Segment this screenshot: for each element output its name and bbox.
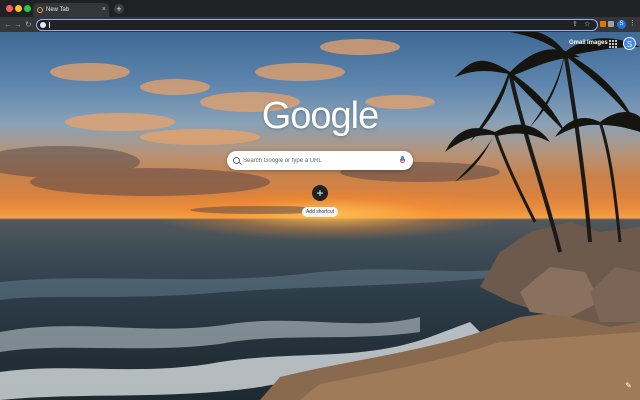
profile-button[interactable]: S bbox=[617, 20, 626, 29]
close-window-button[interactable] bbox=[6, 5, 13, 12]
images-link[interactable]: Images bbox=[587, 40, 608, 46]
minimize-window-button[interactable] bbox=[15, 5, 22, 12]
address-bar[interactable]: ⇪ ☆ bbox=[36, 19, 598, 31]
search-icon bbox=[233, 157, 240, 164]
browser-menu-button[interactable]: ⋮ bbox=[629, 19, 636, 29]
new-tab-button[interactable]: + bbox=[114, 4, 124, 14]
tab-favicon-icon bbox=[37, 7, 43, 13]
tab-strip: New Tab × + bbox=[0, 0, 640, 17]
tab-close-button[interactable]: × bbox=[102, 5, 106, 14]
rocks bbox=[480, 222, 640, 327]
forward-button[interactable]: → bbox=[14, 19, 22, 30]
tab-new-tab[interactable]: New Tab × bbox=[33, 3, 109, 17]
google-logo: Google bbox=[261, 95, 380, 137]
share-icon[interactable]: ⇪ bbox=[572, 20, 578, 30]
extension-icon[interactable] bbox=[600, 21, 606, 27]
new-tab-page: Gmail Images S Google + Add shortcut ✎ bbox=[0, 32, 640, 400]
microphone-icon[interactable] bbox=[400, 156, 405, 163]
text-cursor bbox=[49, 22, 50, 28]
reload-button[interactable]: ↻ bbox=[25, 19, 32, 30]
extensions-puzzle-icon[interactable] bbox=[608, 21, 614, 27]
search-input[interactable] bbox=[243, 151, 393, 170]
back-button[interactable]: ← bbox=[4, 19, 12, 30]
tab-title: New Tab bbox=[46, 7, 70, 13]
site-info-icon[interactable] bbox=[40, 22, 46, 28]
customize-pencil-icon[interactable]: ✎ bbox=[624, 381, 633, 390]
bookmark-star-icon[interactable]: ☆ bbox=[584, 20, 590, 30]
plus-icon[interactable]: + bbox=[312, 185, 328, 201]
gmail-link[interactable]: Gmail bbox=[569, 40, 586, 46]
account-avatar[interactable]: S bbox=[623, 37, 636, 50]
add-shortcut-tile[interactable]: + Add shortcut bbox=[300, 184, 340, 224]
search-box[interactable] bbox=[227, 151, 413, 170]
add-shortcut-label[interactable]: Add shortcut bbox=[302, 207, 338, 217]
toolbar: ← → ↻ ⇪ ☆ S ⋮ bbox=[0, 17, 640, 32]
google-apps-icon[interactable] bbox=[609, 40, 617, 48]
maximize-window-button[interactable] bbox=[24, 5, 31, 12]
